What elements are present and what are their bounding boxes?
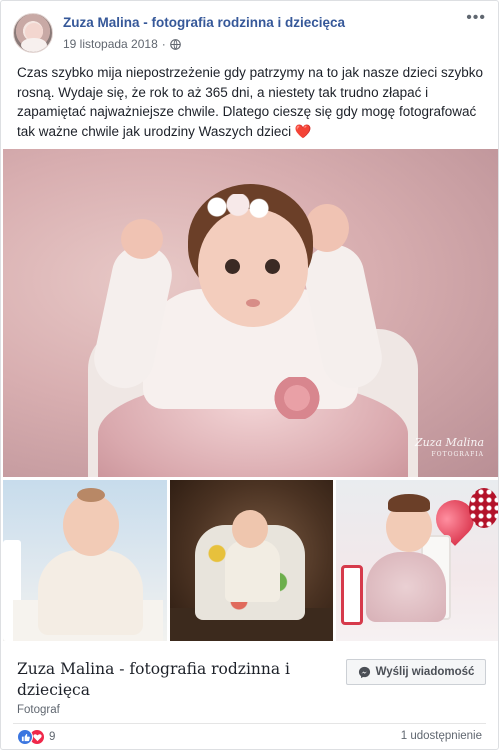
post-text: Czas szybko mija niepostrzeżenie gdy pat…	[17, 63, 485, 141]
share-count-link[interactable]: 1 udostępnienie	[401, 730, 482, 742]
photo-main[interactable]: Zuza Malina FOTOGRAFIA	[3, 149, 498, 477]
dress-shape	[38, 550, 143, 635]
globe-icon[interactable]	[169, 38, 181, 50]
post-date[interactable]: 19 listopada 2018	[63, 37, 158, 51]
meta-separator: ·	[161, 37, 166, 51]
hair-shape	[77, 488, 105, 502]
mouth-shape	[246, 299, 260, 307]
like-icon	[17, 729, 33, 745]
flower-headband-shape	[203, 194, 273, 220]
dress-flower-shape	[273, 377, 321, 419]
balloon-dotted-shape	[469, 488, 498, 528]
hand-left-shape	[121, 219, 163, 259]
face-shape	[198, 209, 308, 327]
messenger-icon	[358, 666, 370, 678]
page-card-name-link[interactable]: Zuza Malina - fotografia rodzinna i dzie…	[17, 659, 327, 701]
dress-shape	[366, 552, 446, 622]
heart-emoji-icon: ❤️	[294, 123, 312, 139]
page-name-link[interactable]: Zuza Malina - fotografia rodzinna i dzie…	[63, 15, 345, 30]
eye-left-shape	[225, 259, 240, 274]
post-card: Zuza Malina - fotografia rodzinna i dzie…	[0, 0, 499, 750]
post-body: Czas szybko mija niepostrzeżenie gdy pat…	[17, 65, 483, 139]
photo-watermark: Zuza Malina FOTOGRAFIA	[415, 437, 484, 461]
dress-shape	[225, 540, 280, 602]
reactions-summary[interactable]: 9	[17, 729, 55, 745]
send-message-label: Wyślij wiadomość	[375, 666, 475, 678]
hair-shape	[388, 494, 430, 512]
watermark-name: Zuza Malina	[414, 436, 484, 449]
face-shape	[63, 494, 119, 556]
chair-red-shape	[341, 565, 363, 625]
photo-thumb-1[interactable]	[3, 480, 167, 641]
photo-thumb-2[interactable]	[170, 480, 333, 641]
photo-thumb-3[interactable]	[336, 480, 498, 641]
reaction-count: 9	[49, 731, 56, 743]
footer-divider	[13, 723, 486, 724]
post-meta: 19 listopada 2018 ·	[63, 37, 181, 51]
watermark-sub: FOTOGRAFIA	[431, 451, 484, 458]
page-avatar[interactable]	[13, 13, 53, 53]
page-card-category: Fotograf	[17, 704, 60, 716]
send-message-button[interactable]: Wyślij wiadomość	[346, 659, 486, 685]
more-options-icon[interactable]: •••	[466, 10, 486, 26]
face-shape	[232, 510, 268, 548]
eye-right-shape	[265, 259, 280, 274]
